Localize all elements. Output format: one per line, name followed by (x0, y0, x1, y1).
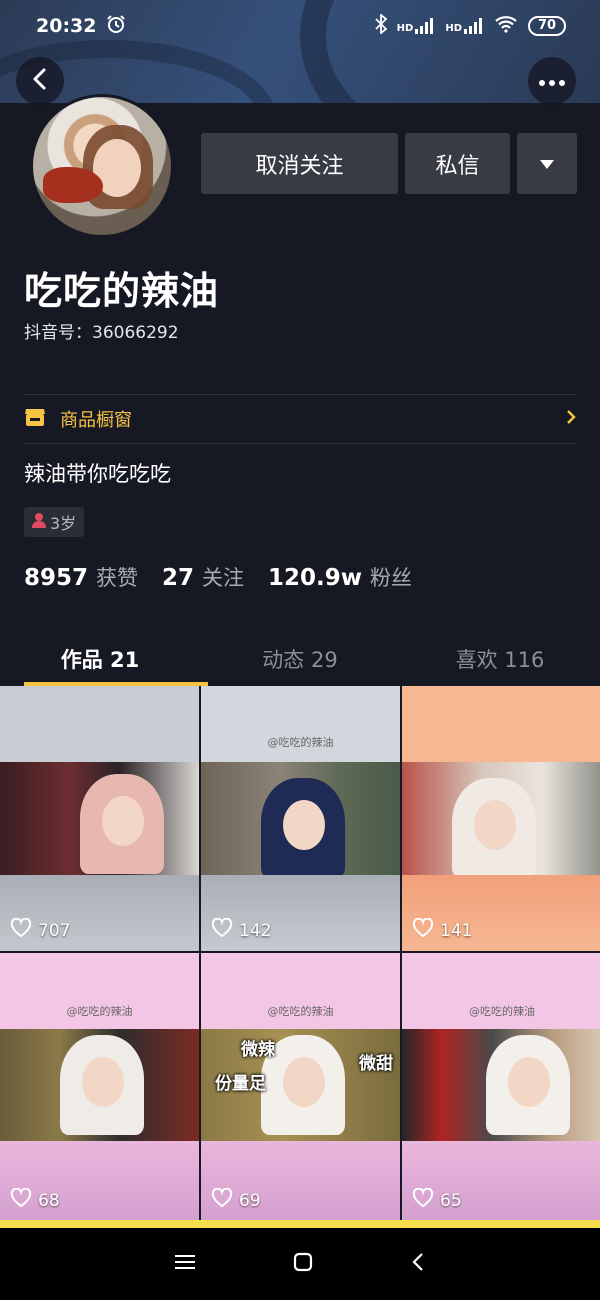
store-icon (24, 407, 46, 432)
heart-icon (412, 1187, 434, 1213)
menu-icon[interactable] (175, 1254, 195, 1274)
bluetooth-icon (375, 13, 388, 38)
age-tag: 3岁 (24, 507, 85, 537)
profile-tabs: 作品 21 动态 29 喜欢 116 (0, 632, 600, 686)
followers-count[interactable]: 120.9w (268, 565, 362, 591)
like-count: 142 (211, 917, 271, 943)
video-thumbnail[interactable]: @吃吃的辣油 142 (201, 686, 400, 951)
douyin-id: 抖音号：36066292 (24, 323, 179, 343)
divider (24, 394, 576, 395)
likes-label: 获赞 (96, 566, 139, 590)
following-count[interactable]: 27 (162, 565, 194, 591)
like-count: 65 (412, 1187, 462, 1213)
video-caption: 份量足 (215, 1074, 266, 1094)
heart-icon (10, 1187, 32, 1213)
battery-indicator: 70 (528, 16, 566, 36)
following-label[interactable]: 关注 (202, 562, 244, 592)
video-thumbnail[interactable]: @吃吃的辣油 微辣 份量足 微甜 69 (201, 953, 400, 1221)
age-label: 3岁 (50, 514, 77, 533)
profile-name: 吃吃的辣油 (24, 269, 220, 313)
video-thumbnail[interactable]: 707 (0, 686, 199, 951)
back-nav-icon[interactable] (411, 1252, 425, 1276)
like-count: 141 (412, 917, 472, 943)
status-bar: 20:32 HD HD 70 (0, 0, 600, 52)
back-arrow-icon (31, 68, 49, 94)
divider (24, 443, 576, 444)
likes-count: 8957 (24, 565, 89, 591)
profile-bio: 辣油带你吃吃吃 (24, 462, 171, 486)
female-user-icon (32, 512, 46, 532)
signal-icon-2: HD (445, 18, 484, 34)
tab-moments[interactable]: 动态 29 (200, 632, 400, 686)
back-button[interactable] (16, 57, 64, 105)
like-count: 68 (10, 1187, 60, 1213)
next-row-preview (0, 1220, 600, 1228)
like-count: 69 (211, 1187, 261, 1213)
more-button[interactable] (528, 57, 576, 105)
video-thumbnail[interactable]: @吃吃的辣油 68 (0, 953, 199, 1221)
status-time: 20:32 (36, 15, 97, 37)
followers-label[interactable]: 粉丝 (370, 562, 412, 592)
heart-icon (10, 917, 32, 943)
alarm-icon (106, 14, 126, 39)
video-caption: 微甜 (359, 1054, 393, 1074)
tab-liked[interactable]: 喜欢 116 (400, 632, 600, 686)
signal-icon-1: HD (397, 18, 436, 34)
more-dots-icon (539, 72, 565, 91)
heart-icon (211, 1187, 233, 1213)
wifi-icon (494, 15, 518, 37)
chevron-right-icon (566, 409, 576, 430)
video-thumbnail[interactable]: 141 (402, 686, 600, 951)
heart-icon (211, 917, 233, 943)
shop-window-label: 商品橱窗 (60, 410, 132, 431)
triangle-down-icon (540, 151, 554, 176)
system-navigation-bar (0, 1228, 600, 1300)
heart-icon (412, 917, 434, 943)
video-grid: 707 @吃吃的辣油 142 141 @吃吃的辣油 68 @吃吃的辣油 微辣 份… (0, 686, 600, 1226)
video-caption: 微辣 (241, 1040, 275, 1060)
dropdown-button[interactable] (517, 133, 577, 194)
shop-window-row[interactable]: 商品橱窗 (24, 396, 576, 442)
unfollow-button[interactable]: 取消关注 (201, 133, 398, 194)
tab-works[interactable]: 作品 21 (0, 632, 208, 686)
avatar[interactable] (30, 94, 174, 238)
like-count: 707 (10, 917, 70, 943)
home-icon[interactable] (293, 1252, 313, 1276)
message-button[interactable]: 私信 (405, 133, 510, 194)
profile-stats: 8957 获赞 27 关注 120.9w 粉丝 (24, 562, 412, 592)
video-thumbnail[interactable]: @吃吃的辣油 65 (402, 953, 600, 1221)
